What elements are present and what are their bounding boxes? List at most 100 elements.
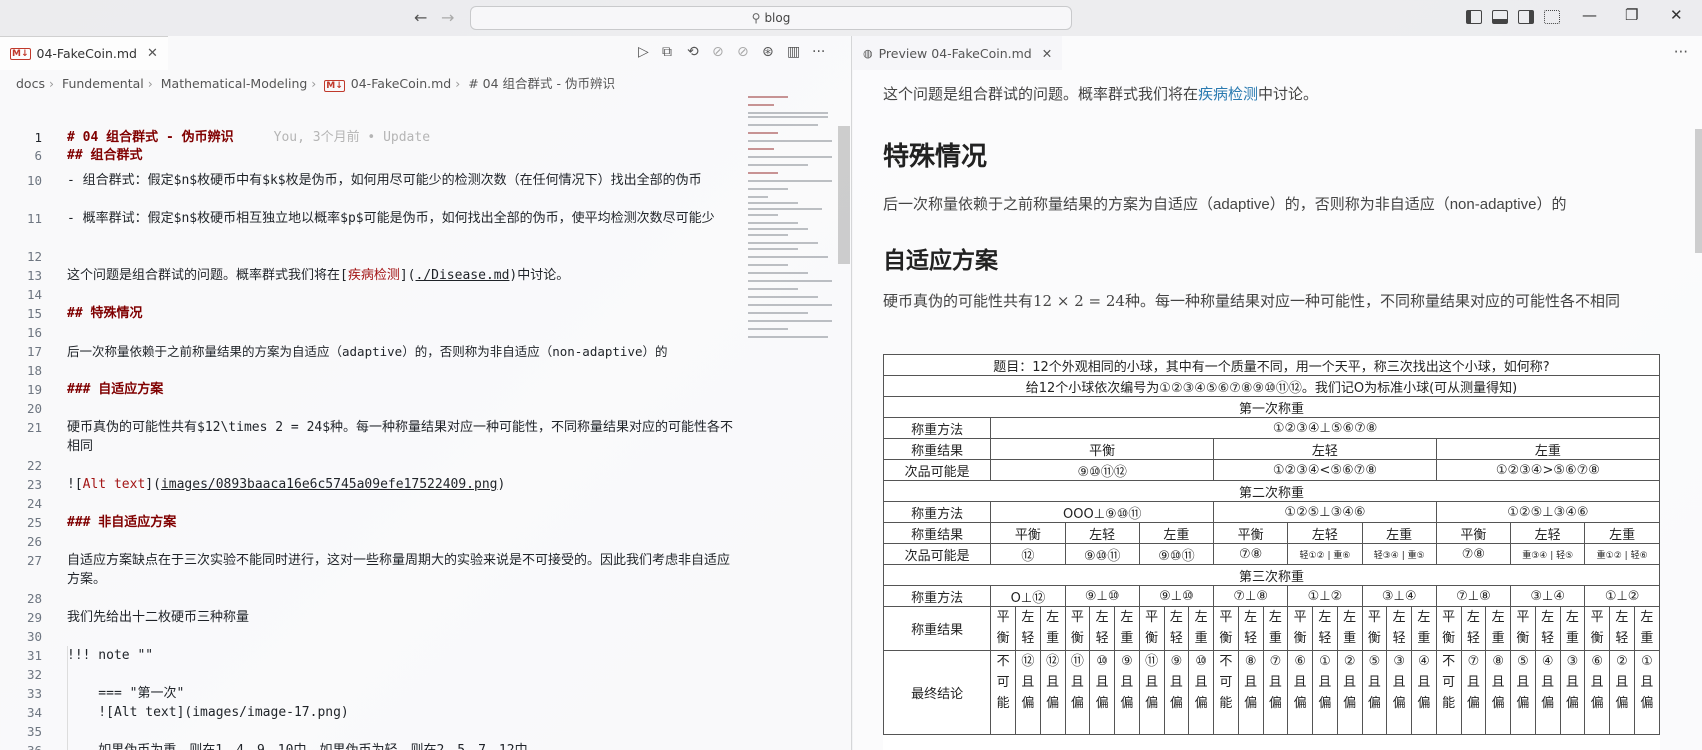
table-title: 题目：12个外观相同的小球，其中有一个质量不同，用一个天平，称三次找出这个小球，… — [883, 354, 1660, 376]
close-tab-icon[interactable]: ✕ — [147, 46, 158, 61]
line-number: 13 — [26, 268, 42, 283]
minimap[interactable] — [748, 92, 838, 352]
table-cell: ①②③④<⑤⑥⑦⑧ — [1213, 459, 1437, 481]
table-cell: 左重 — [1262, 606, 1289, 651]
more-actions-icon[interactable]: ··· — [812, 44, 825, 60]
line-number: 21 — [26, 420, 42, 435]
table-cell: 不可能 — [1435, 650, 1462, 735]
code-line: 15 ## 特殊情况 — [0, 304, 740, 323]
line-text: ### 自适应方案 — [67, 382, 164, 397]
table-cell: ⑥且偏 — [1287, 650, 1314, 735]
preview-paragraph: 硬币真伪的可能性共有12 × 2 = 24种。每一种称量结果对应一种可能性，不同… — [883, 292, 1620, 310]
code-line: 6 ## 组合群式 — [0, 146, 740, 165]
table-cell: 重①② | 轻⑥ — [1584, 543, 1660, 565]
table-cell: 平衡 — [1064, 606, 1091, 651]
back-arrow-icon[interactable]: ← — [414, 8, 427, 27]
open-changes-icon[interactable]: ⟲ — [687, 44, 699, 60]
line-text: ![Alt text](images/image-17.png) — [67, 705, 349, 720]
table-cell: 左重 — [1336, 606, 1363, 651]
table-cell: 左轻 — [1312, 606, 1338, 651]
math-expression: 12 × 2 = 24 — [1033, 292, 1125, 310]
line-number: 14 — [26, 287, 42, 302]
forward-arrow-icon[interactable]: → — [441, 8, 454, 27]
line-text: !!! note "" — [67, 648, 154, 663]
editor-scrollbar[interactable] — [838, 126, 850, 264]
toggle-primary-sidebar-icon[interactable] — [1466, 10, 1482, 24]
line-number: 31 — [26, 648, 42, 663]
breadcrumb-item[interactable]: 04-FakeCoin.md — [351, 76, 451, 91]
code-line: 31 !!! note "" — [0, 646, 740, 665]
table-cell: ①⊥② — [1584, 585, 1660, 607]
table-cell: ⑦且偏 — [1460, 650, 1487, 735]
toggle-blame-icon[interactable]: ⊛ — [762, 44, 774, 60]
close-window-icon[interactable]: ✕ — [1670, 6, 1683, 24]
table-cell: 左重 — [1435, 438, 1660, 460]
line-text: 硬币真伪的可能性共有$12\times 2 = 24$种。每一种称量结果对应一种… — [67, 420, 734, 454]
table-cell: 平衡 — [1138, 606, 1165, 651]
code-line: 12 — [0, 247, 740, 266]
next-change-icon[interactable]: ⊘ — [737, 44, 749, 60]
code-line: 25 ### 非自适应方案 — [0, 513, 740, 532]
minimize-icon[interactable]: — — [1582, 6, 1597, 24]
close-tab-icon[interactable]: ✕ — [1042, 46, 1052, 61]
table-cell: 左轻 — [1163, 606, 1190, 651]
breadcrumb-item[interactable]: Mathematical-Modeling — [161, 76, 308, 91]
code-line: 18 — [0, 361, 740, 380]
code-editor[interactable]: 1 # 04 组合群式 - 伪币辨识 You, 3个月前 • Update 6 #… — [0, 92, 740, 750]
table-cell: ⑦⑧ — [1435, 543, 1512, 565]
editor-tab[interactable]: M↓ 04-FakeCoin.md ✕ — [0, 36, 168, 70]
toggle-panel-icon[interactable] — [1492, 10, 1508, 24]
breadcrumb-item[interactable]: Fundemental — [62, 76, 144, 91]
line-text: - 概率群试：假定$n$枚硬币相互独立地以概率$p$可能是伪币，如何找出全部的伪… — [67, 211, 715, 226]
table-cell: 左轻 — [1089, 606, 1116, 651]
table-cell: OOO⊥⑨⑩⑪ — [990, 501, 1215, 523]
search-text: blog — [764, 11, 791, 25]
preview-tab[interactable]: ◍ Preview 04-FakeCoin.md ✕ — [853, 36, 1063, 70]
table-cell: 左重 — [1485, 606, 1512, 651]
table-cell: 重③④ | 轻⑤ — [1510, 543, 1586, 565]
code-line: 29 我们先给出十二枚硬币三种称量 — [0, 608, 740, 627]
breadcrumb-item[interactable]: # 04 组合群式 - 伪币辨识 — [468, 76, 615, 91]
table-cell: 左重 — [1633, 606, 1660, 651]
line-number: 36 — [0, 741, 42, 750]
line-number: 24 — [26, 496, 42, 511]
table-cell: ④且偏 — [1411, 650, 1437, 735]
table-intro: 给12个小球依次编号为①②③④⑤⑥⑦⑧⑨⑩⑪⑫。我们记O为标准小球(可从测量得知… — [883, 375, 1660, 397]
table-cell: 轻③④ | 重⑤ — [1361, 543, 1437, 565]
more-actions-icon[interactable]: ··· — [1674, 43, 1688, 61]
previous-change-icon[interactable]: ⊘ — [712, 44, 724, 60]
split-editor-icon[interactable]: ▥ — [787, 44, 800, 60]
table-cell: ④且偏 — [1534, 650, 1561, 735]
line-text: === "第一次" — [67, 686, 185, 701]
table-cell: 平衡 — [1584, 606, 1611, 651]
table-cell: ⑤且偏 — [1510, 650, 1536, 735]
table-cell: 平衡 — [1510, 606, 1536, 651]
command-center-search[interactable]: ⚲ blog — [470, 6, 1072, 30]
heading-adaptive: 自适应方案 — [883, 247, 998, 273]
disease-link[interactable]: 疾病检测 — [1198, 86, 1258, 103]
customize-layout-icon[interactable] — [1544, 10, 1560, 24]
run-icon[interactable]: ▷ — [638, 44, 649, 60]
preview-scrollbar[interactable] — [1695, 129, 1702, 253]
table-cell: ⑩且偏 — [1089, 650, 1116, 735]
table-cell: 左轻 — [1386, 606, 1413, 651]
code-line: 26 — [0, 532, 740, 551]
line-number: 16 — [26, 325, 42, 340]
line-number: 17 — [26, 344, 42, 359]
table-cell: 左轻 — [1064, 522, 1140, 544]
toggle-secondary-sidebar-icon[interactable] — [1518, 10, 1534, 24]
code-line: 32 — [0, 665, 740, 684]
markdown-file-icon: M↓ — [324, 80, 345, 92]
line-text: 这个问题是组合群试的问题。概率群式我们将在[疾病检测](./Disease.md… — [67, 268, 570, 283]
line-number: 15 — [26, 306, 42, 321]
row-label: 次品可能是 — [883, 459, 992, 481]
breadcrumb: docs › Fundemental › Mathematical-Modeling… — [16, 76, 616, 92]
restore-icon[interactable]: ❐ — [1625, 6, 1638, 24]
breadcrumb-item[interactable]: docs — [16, 76, 45, 91]
line-number: 32 — [26, 667, 42, 682]
line-number: 11 — [26, 211, 42, 226]
open-preview-icon[interactable]: ⧉ — [662, 44, 672, 60]
line-number: 20 — [26, 401, 42, 416]
editor-tab-bar: M↓ 04-FakeCoin.md ✕ ▷ ⧉ ⟲ ⊘ ⊘ ⊛ ▥ ··· — [0, 36, 852, 70]
table-cell: 平衡 — [990, 606, 1017, 651]
